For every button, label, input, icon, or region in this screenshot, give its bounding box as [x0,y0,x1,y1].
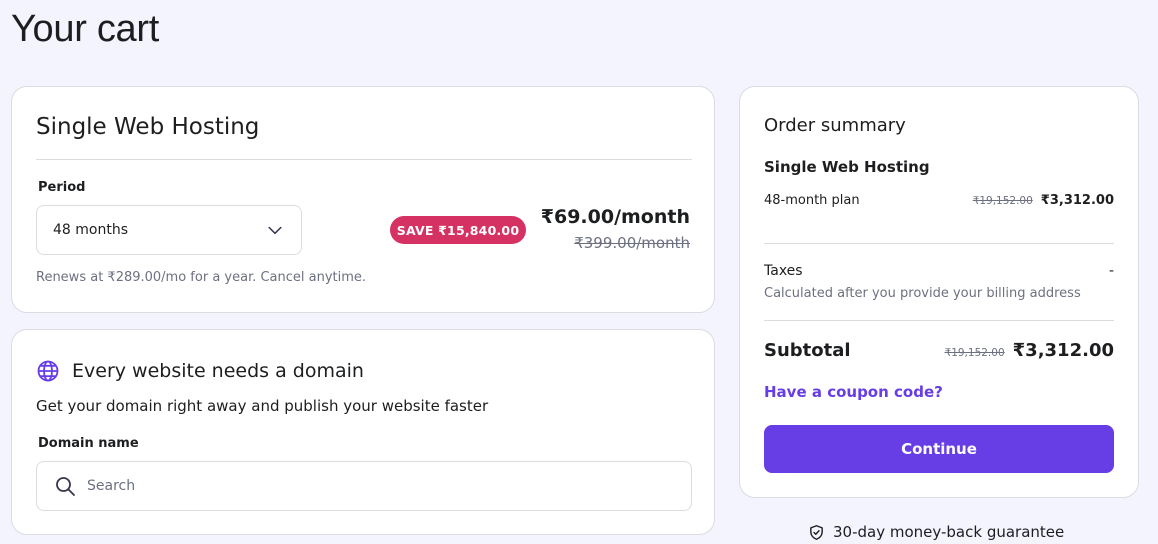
globe-icon [37,360,59,382]
summary-plan-price: ₹3,312.00 [1040,193,1114,208]
order-summary-card: Order summary Single Web Hosting 48-mont… [739,86,1139,498]
domain-description: Get your domain right away and publish y… [36,397,489,415]
summary-divider-1 [764,243,1114,244]
period-select[interactable]: 48 months [36,205,302,255]
continue-button[interactable]: Continue [764,425,1114,473]
old-price-per-month: ₹399.00/month [574,234,690,252]
hosting-title: Single Web Hosting [36,114,260,140]
summary-product-name: Single Web Hosting [764,158,930,176]
shield-check-icon [810,524,823,540]
period-label: Period [38,180,86,195]
hosting-card: Single Web Hosting Period 48 months Rene… [11,86,715,313]
summary-plan-prices: ₹19,152.00 ₹3,312.00 [973,193,1114,208]
summary-plan-old-price: ₹19,152.00 [972,195,1033,207]
summary-divider-2 [764,320,1114,321]
hosting-divider [36,159,692,160]
subtotal-prices: ₹19,152.00 ₹3,312.00 [945,340,1114,361]
taxes-note: Calculated after you provide your billin… [764,286,1081,301]
subtotal-price: ₹3,312.00 [1012,340,1114,361]
money-back-guarantee: 30-day money-back guarantee [808,523,1064,541]
page-title: Your cart [11,8,159,50]
subtotal-label: Subtotal [764,340,851,361]
search-icon [56,477,75,496]
domain-search-input[interactable] [87,478,667,494]
summary-plan-label: 48-month plan [764,193,860,208]
subtotal-old-price: ₹19,152.00 [944,347,1005,359]
price-per-month: ₹69.00/month [540,206,690,228]
order-summary-title: Order summary [764,115,906,136]
guarantee-text: 30-day money-back guarantee [833,523,1065,541]
domain-title: Every website needs a domain [72,360,364,382]
save-badge: SAVE ₹15,840.00 [390,216,526,244]
chevron-down-icon [268,226,282,235]
coupon-code-link[interactable]: Have a coupon code? [764,383,943,401]
domain-header: Every website needs a domain [36,359,364,383]
period-select-value: 48 months [53,222,128,238]
domain-card: Every website needs a domain Get your do… [11,329,715,535]
renew-text: Renews at ₹289.00/mo for a year. Cancel … [36,270,367,285]
domain-name-label: Domain name [38,436,139,451]
taxes-value: - [1108,263,1114,279]
domain-search-field [36,461,692,511]
taxes-label: Taxes [764,263,803,279]
